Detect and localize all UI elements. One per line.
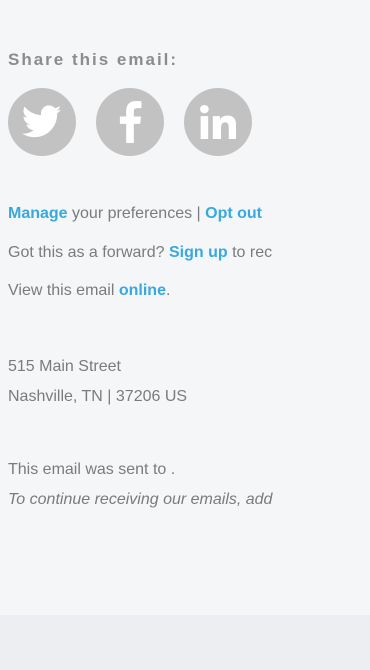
view-online-line: View this email online.	[8, 281, 170, 301]
facebook-icon[interactable]	[96, 88, 164, 156]
preferences-text: your preferences |	[67, 205, 206, 222]
social-icons-row	[8, 88, 252, 156]
forward-line: Got this as a forward? Sign up to rec	[8, 243, 272, 263]
continue-receiving-text: To continue receiving our emails, add	[8, 491, 273, 508]
linkedin-icon[interactable]	[184, 88, 252, 156]
manage-link[interactable]: Manage	[8, 205, 68, 222]
sign-up-link[interactable]: Sign up	[169, 244, 228, 261]
forward-text: Got this as a forward?	[8, 244, 169, 261]
sent-to-text: This email was sent to .	[8, 461, 176, 478]
preferences-line: Manage your preferences | Opt out	[8, 204, 262, 224]
email-footer: Share this email: Manage your preference…	[0, 0, 370, 670]
address-street: 515 Main Street	[8, 358, 121, 375]
twitter-icon[interactable]	[8, 88, 76, 156]
sign-up-suffix: to rec	[227, 244, 273, 261]
footer-bottom-band	[0, 615, 370, 670]
share-heading: Share this email:	[8, 50, 179, 69]
online-suffix: .	[165, 282, 171, 299]
opt-out-link[interactable]: Opt out	[205, 205, 262, 222]
address-city: Nashville, TN | 37206 US	[8, 388, 188, 405]
online-link[interactable]: online	[119, 282, 166, 299]
view-text: View this email	[8, 282, 119, 299]
